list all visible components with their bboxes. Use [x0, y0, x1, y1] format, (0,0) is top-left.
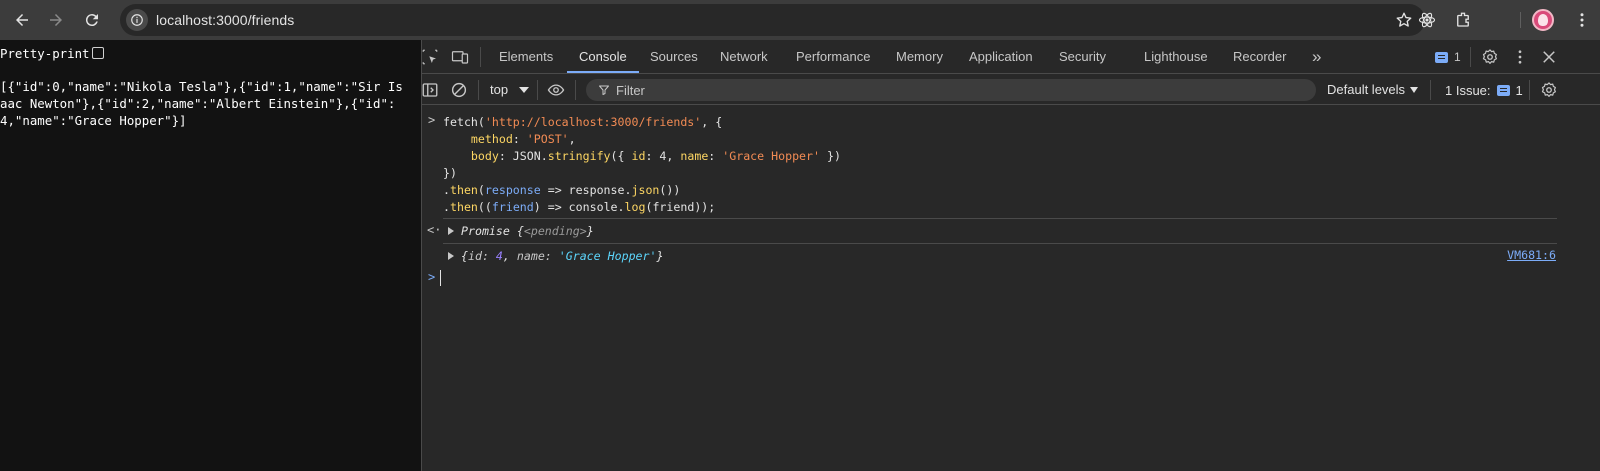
code-line-2: method: 'POST',	[470, 132, 576, 146]
page-content: Pretty-print [{"id":0,"name":"Nikola Tes…	[0, 40, 421, 471]
address-bar[interactable]: localhost:3000/friends	[120, 4, 1425, 36]
issues-label: 1 Issue:	[1445, 82, 1491, 98]
separator	[537, 80, 538, 100]
message-icon	[1435, 51, 1448, 63]
log-key-id: id	[467, 249, 482, 263]
live-expression-eye-icon[interactable]	[546, 80, 566, 100]
separator	[1430, 80, 1431, 100]
react-devtools-icon[interactable]	[1412, 0, 1442, 40]
more-icon[interactable]	[1570, 0, 1594, 40]
log-brace-close: }	[656, 249, 664, 263]
sidebar-toggle-icon[interactable]	[420, 80, 440, 100]
log-brace-open: {	[461, 249, 468, 263]
tab-performance[interactable]: Performance	[796, 40, 870, 74]
json-response: [{"id":0,"name":"Nikola Tesla"},{"id":1,…	[0, 79, 403, 128]
filter-icon	[599, 85, 609, 95]
separator	[480, 47, 481, 67]
tab-console[interactable]: Console	[579, 40, 627, 74]
log-result[interactable]: { id: 4 , name: 'Grace Hopper' }	[448, 246, 663, 266]
extensions-icon[interactable]	[1448, 0, 1478, 40]
promise-close: }	[586, 224, 594, 238]
entry-divider	[443, 243, 1557, 244]
code-line-6: .then((friend) => console.log(friend));	[443, 200, 716, 214]
tab-security[interactable]: Security	[1059, 40, 1106, 74]
input-prompt-icon: >	[428, 113, 436, 127]
issues-counter[interactable]: 1 Issue: 1	[1445, 75, 1523, 105]
browser-toolbar: localhost:3000/friends	[0, 0, 1600, 40]
source-link[interactable]: VM681:6	[1507, 248, 1556, 262]
url-text[interactable]: localhost:3000/friends	[156, 12, 294, 28]
input-caret[interactable]	[440, 270, 441, 286]
entry-divider	[443, 218, 1557, 219]
log-key-name: name	[516, 249, 545, 263]
code-line-5: .then(response => response.json())	[443, 183, 681, 197]
tab-sources[interactable]: Sources	[650, 40, 698, 74]
forward-icon[interactable]	[38, 2, 74, 38]
devtools-panel: Elements Console Sources Network Perform…	[422, 40, 1600, 471]
reload-icon[interactable]	[74, 2, 110, 38]
code-line-3: body: JSON.stringify({ id: 4, name: 'Gra…	[470, 149, 841, 163]
back-icon[interactable]	[4, 2, 40, 38]
tab-lighthouse[interactable]: Lighthouse	[1144, 40, 1208, 74]
context-caret-icon[interactable]	[519, 87, 529, 93]
separator	[1470, 47, 1471, 67]
console-toolbar: top Default levels 1 Issue: 1	[422, 75, 1600, 105]
more-tabs-icon[interactable]: »	[1312, 40, 1321, 74]
context-selector[interactable]: top	[490, 75, 508, 105]
expand-triangle-icon[interactable]	[448, 227, 454, 235]
promise-state: <pending>	[523, 224, 587, 238]
profile-avatar[interactable]	[1532, 9, 1554, 31]
issue-message-icon	[1496, 84, 1510, 96]
tab-application[interactable]: Application	[969, 40, 1033, 74]
log-levels-dropdown[interactable]: Default levels	[1327, 75, 1405, 105]
settings-gear-icon[interactable]	[1480, 47, 1500, 67]
active-tab-indicator	[567, 71, 639, 73]
toolbar-divider	[1520, 12, 1521, 28]
console-settings-icon[interactable]	[1539, 80, 1559, 100]
site-info-icon[interactable]	[126, 9, 148, 31]
separator	[478, 80, 479, 100]
tab-memory[interactable]: Memory	[896, 40, 943, 74]
promise-result[interactable]: Promise { <pending> }	[448, 221, 594, 241]
log-value-name: 'Grace Hopper'	[558, 249, 657, 263]
console-output[interactable]: > fetch('http://localhost:3000/friends',…	[422, 106, 1600, 471]
star-icon[interactable]	[1395, 11, 1413, 29]
tab-network[interactable]: Network	[720, 40, 768, 74]
separator	[575, 80, 576, 100]
close-icon[interactable]	[1539, 47, 1559, 67]
filter-input[interactable]	[616, 82, 1216, 98]
pretty-print-label: Pretty-print	[0, 45, 90, 61]
pretty-print-row: Pretty-print	[0, 45, 104, 61]
issues-count: 1	[1515, 82, 1523, 98]
promise-open: {	[516, 224, 524, 238]
separator	[1529, 80, 1530, 100]
promise-label: Promise	[461, 224, 510, 238]
pretty-print-checkbox[interactable]	[91, 47, 104, 59]
log-separator: ,	[502, 249, 517, 263]
expand-triangle-icon[interactable]	[448, 252, 454, 260]
messages-counter[interactable]: 1	[1435, 49, 1461, 65]
clear-console-icon[interactable]	[449, 80, 469, 100]
tab-elements[interactable]: Elements	[499, 40, 553, 74]
device-toolbar-icon[interactable]	[450, 47, 470, 67]
log-levels-caret-icon[interactable]	[1410, 87, 1418, 93]
inspect-element-icon[interactable]	[420, 47, 440, 67]
devtools-tabbar: Elements Console Sources Network Perform…	[422, 40, 1600, 74]
code-line-1: fetch('http://localhost:3000/friends', {	[443, 115, 723, 129]
message-count: 1	[1454, 50, 1461, 64]
next-prompt-icon: >	[428, 270, 436, 284]
devtools-more-icon[interactable]	[1510, 47, 1530, 67]
code-line-4: })	[443, 166, 457, 180]
result-prompt-icon: <·	[427, 223, 442, 237]
tab-recorder[interactable]: Recorder	[1233, 40, 1286, 74]
console-filter[interactable]	[586, 79, 1316, 101]
log-value-id: 4	[495, 249, 503, 263]
